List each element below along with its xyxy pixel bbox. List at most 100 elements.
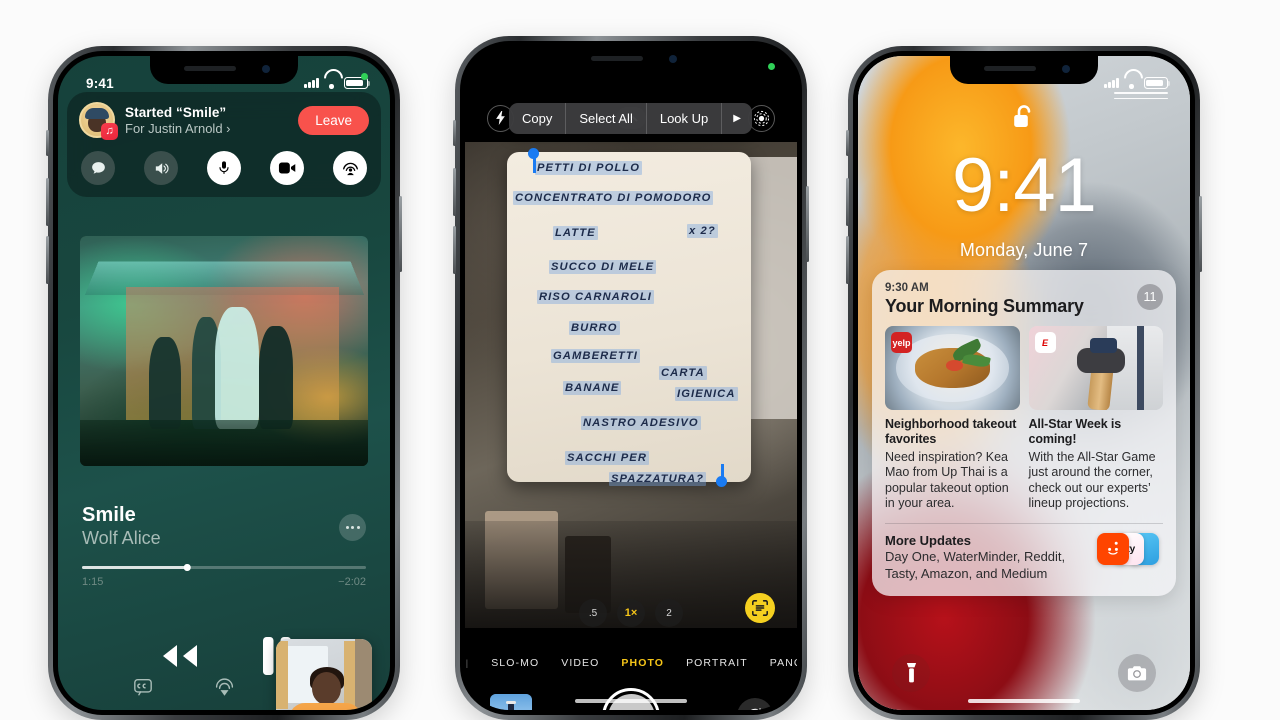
earpiece-speaker	[591, 56, 643, 61]
shareplay-icon[interactable]	[333, 151, 367, 185]
phone1-screen: 9:41 ♫ Started “Smile” For Justin Arnold…	[58, 56, 390, 710]
summary-card-2[interactable]: E All-Star Week is coming! With the All-…	[1028, 326, 1163, 512]
volume-up-button[interactable]	[846, 178, 849, 226]
volume-down-button[interactable]	[453, 226, 456, 274]
summary-body: With the All-Star Game just around the c…	[1028, 449, 1156, 511]
mode-video[interactable]: VIDEO	[561, 657, 599, 669]
home-indicator[interactable]	[575, 699, 687, 703]
text-edit-menu: Copy Select All Look Up ▶	[509, 103, 752, 134]
selection-end-handle[interactable]	[716, 476, 727, 487]
select-all-menu-item[interactable]: Select All	[566, 103, 645, 134]
note-line: BANANE	[563, 381, 622, 395]
note-line: SACCHI PER	[565, 451, 649, 465]
track-title: Smile	[82, 504, 136, 526]
speaker-icon[interactable]	[144, 151, 178, 185]
note-line: CONCENTRATO DI POMODORO	[513, 191, 714, 205]
flashlight-button[interactable]	[892, 654, 930, 692]
volume-down-button[interactable]	[46, 236, 49, 284]
shareplay-title: Started “Smile”	[125, 104, 227, 120]
camera-in-use-indicator	[361, 73, 368, 80]
battery-icon	[1144, 77, 1171, 89]
mode-slo-mo[interactable]: SLO-MO	[491, 657, 539, 669]
zoom-0.5x-button[interactable]: .5	[579, 599, 607, 627]
status-time: 9:41	[86, 75, 114, 91]
leave-button[interactable]: Leave	[298, 105, 369, 135]
volume-up-button[interactable]	[46, 178, 49, 226]
note-line: SPAZZATURA?	[609, 472, 707, 486]
phone2-screen: ~ l. don'ting kenyon7 PETTI DI POLLO CON…	[465, 46, 797, 710]
playback-scrubber[interactable]: 1:15 −2:02	[82, 564, 366, 588]
phone-camera-live-text: ~ l. don'ting kenyon7 PETTI DI POLLO CON…	[453, 36, 809, 720]
unlocked-padlock-icon	[1011, 103, 1037, 138]
shareplay-subtitle[interactable]: For Justin Arnold ›	[125, 121, 288, 136]
selection-start-handle[interactable]	[528, 148, 539, 159]
lock-screen-time: 9:41	[952, 143, 1097, 228]
status-underline-decor	[1114, 92, 1168, 103]
cellular-bars-icon	[1104, 78, 1119, 88]
mute-switch[interactable]	[453, 120, 456, 146]
messages-bubble-icon[interactable]	[81, 151, 115, 185]
microphone-icon[interactable]	[207, 151, 241, 185]
note-line: PETTI DI POLLO	[535, 161, 643, 175]
video-camera-icon[interactable]	[270, 151, 304, 185]
mode-portrait[interactable]: PORTRAIT	[686, 657, 748, 669]
rewind-button[interactable]	[153, 641, 203, 671]
camera-mode-selector: ||| SLO-MO VIDEO PHOTO PORTRAIT PANO	[465, 650, 797, 676]
lock-screen-quick-actions	[858, 648, 1190, 702]
side-power-button[interactable]	[399, 196, 402, 272]
zoom-2x-button[interactable]: 2	[655, 599, 683, 627]
mode-pano[interactable]: PANO	[770, 657, 797, 669]
airplay-icon[interactable]	[214, 677, 235, 697]
camera-roll-thumbnail[interactable]	[490, 694, 532, 710]
zoom-1x-button[interactable]: 1×	[617, 599, 645, 627]
note-line: x 2?	[687, 224, 718, 238]
baseball-image: E	[1028, 326, 1163, 410]
volume-up-button[interactable]	[453, 168, 456, 216]
summary-card-1[interactable]: yelp Neighborhood takeout favorites Need…	[885, 326, 1020, 512]
copy-menu-item[interactable]: Copy	[509, 103, 565, 134]
status-bar: 9:41	[58, 56, 390, 100]
note-line: LATTE	[553, 226, 598, 240]
notification-time: 9:30 AM	[885, 282, 929, 294]
summary-body: Need inspiration? Kea Mao from Up Thai i…	[885, 449, 1009, 511]
facetime-pip-video[interactable]	[276, 639, 372, 710]
note-line: BURRO	[569, 321, 620, 335]
camera-button[interactable]	[1118, 654, 1156, 692]
espn-app-icon: E	[1034, 332, 1056, 353]
thai-food-image: yelp	[885, 326, 1020, 410]
summary-headline: Neighborhood takeout favorites	[885, 417, 1017, 447]
yelp-app-icon: yelp	[891, 332, 912, 353]
note-line: GAMBERETTI	[551, 349, 640, 363]
notification-summary-card[interactable]: 9:30 AM Your Morning Summary 11 yelp Nei…	[872, 270, 1176, 596]
ellipsis-icon[interactable]	[339, 514, 366, 541]
divider	[885, 523, 1163, 524]
notification-title: Your Morning Summary	[885, 296, 1084, 316]
note-line: RISO CARNAROLI	[537, 290, 654, 304]
side-power-button[interactable]	[1199, 196, 1202, 272]
more-updates-body: Day One, WaterMinder, Reddit, Tasty, Ama…	[885, 549, 1066, 581]
lyrics-quote-icon[interactable]	[133, 678, 153, 696]
mute-switch[interactable]	[46, 130, 49, 156]
more-apps-stack[interactable]: sty	[1097, 533, 1163, 567]
more-updates-title: More Updates	[885, 533, 971, 548]
volume-down-button[interactable]	[846, 236, 849, 284]
home-indicator[interactable]	[968, 699, 1080, 703]
wifi-icon	[1124, 78, 1139, 89]
mode-photo[interactable]: PHOTO	[621, 657, 664, 669]
more-menu-arrow-icon[interactable]: ▶	[722, 103, 752, 134]
note-line: SUCCO DI MELE	[549, 260, 657, 274]
reddit-app-icon	[1097, 533, 1129, 565]
camera-flip-icon[interactable]	[737, 698, 773, 710]
live-text-scan-icon[interactable]	[745, 593, 775, 623]
avatar: ♫	[79, 102, 118, 140]
mute-switch[interactable]	[846, 130, 849, 156]
scanned-note[interactable]: PETTI DI POLLO CONCENTRATO DI POMODORO L…	[507, 148, 751, 487]
look-up-menu-item[interactable]: Look Up	[647, 103, 721, 134]
notification-count-badge: 11	[1137, 284, 1163, 310]
phone3-screen: 9:41 Monday, June 7 9:30 AM Your Morning…	[858, 56, 1190, 710]
lock-screen-date: Monday, June 7	[959, 240, 1089, 260]
live-photo-icon[interactable]	[748, 104, 775, 132]
wifi-icon	[324, 78, 339, 89]
front-camera	[669, 55, 677, 63]
side-power-button[interactable]	[806, 186, 809, 262]
